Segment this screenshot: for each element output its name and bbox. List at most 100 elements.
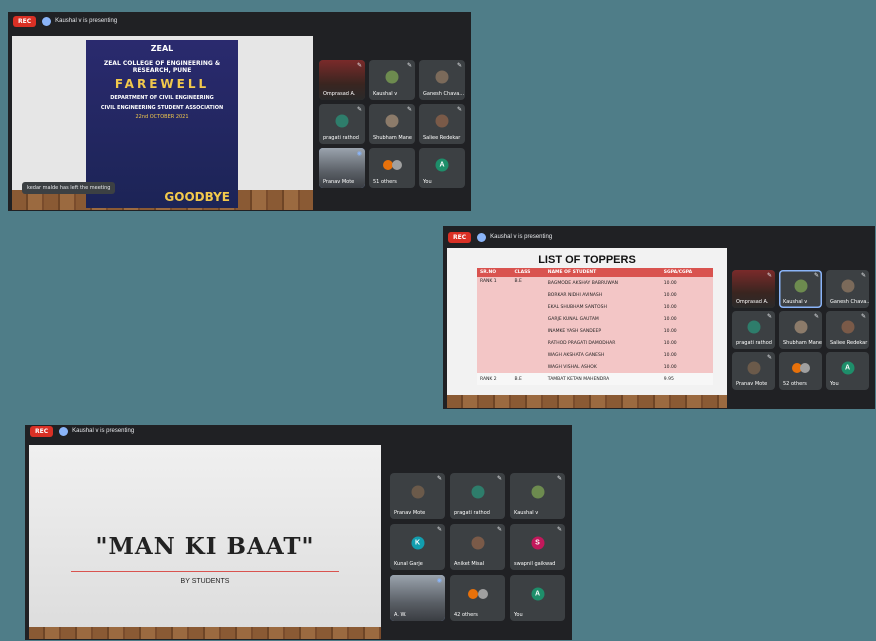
participant-avatar <box>471 485 484 499</box>
participant-tile[interactable]: ✎ Ganesh Chava... <box>419 60 465 100</box>
floor-decoration <box>447 395 727 408</box>
participant-name: 42 others <box>454 612 478 618</box>
participant-tile[interactable]: A You <box>826 352 869 390</box>
mic-off-icon: ✎ <box>766 355 772 361</box>
participant-tile[interactable]: ✎ Omprasad A. <box>319 60 365 100</box>
score-cell: 10.00 <box>660 289 713 301</box>
mic-off-icon: ✎ <box>556 476 562 482</box>
participant-tile[interactable]: ✎ Pranav Mote <box>390 473 445 519</box>
assoc-name: CIVIL ENGINEERING STUDENT ASSOCIATION <box>100 105 224 111</box>
participant-name: Kaushal v <box>373 91 398 97</box>
dept-name: DEPARTMENT OF CIVIL ENGINEERING <box>110 95 214 101</box>
rank-cell: RANK 2 <box>477 373 512 385</box>
mic-off-icon: ✎ <box>766 273 772 279</box>
participant-tile[interactable]: ✎ Shubham Mane <box>779 311 822 349</box>
slide-title: "MAN KI BAAT" <box>95 533 315 560</box>
participant-tile[interactable]: ✎ pragati rathod <box>450 473 505 519</box>
participant-tile[interactable]: ◉ A. W. <box>390 575 445 621</box>
participant-avatar <box>385 70 399 84</box>
participant-tile[interactable]: ✎ pragati rathod <box>319 104 365 144</box>
mic-off-icon: ✎ <box>356 63 362 69</box>
participant-avatar <box>794 279 807 293</box>
participant-tile[interactable]: ✎ Ganesh Chava... <box>826 270 869 308</box>
screenshot-man-ki-baat: REC Kaushal v is presenting "MAN KI BAAT… <box>25 425 572 640</box>
student-name-cell: WAGH VISHAL ASHOK <box>544 361 661 373</box>
table-row: RANK 1 B.E BAGMODE AKSHAY BABRUWAN 10.00 <box>477 277 713 373</box>
participant-tile[interactable]: ✎ Pranav Mote <box>732 352 775 390</box>
table-row: RANK 2 B.E TAMBAT KETAN MAHENDRA 9.95 <box>477 373 713 385</box>
participant-name: Saliee Redekar <box>830 340 868 346</box>
participant-tile[interactable]: A You <box>419 148 465 188</box>
rank-cell: RANK 1 <box>477 277 512 373</box>
mic-off-icon: ✎ <box>436 527 442 533</box>
participant-tile[interactable]: A You <box>510 575 565 621</box>
speaking-icon: ◉ <box>356 151 362 157</box>
col-class: CLASS <box>511 268 545 277</box>
participant-name: Shubham Mane <box>783 340 822 346</box>
speaking-icon: ◉ <box>436 578 442 584</box>
participant-tile[interactable]: ✎ Kaushal v <box>779 270 822 308</box>
student-name-cell: INAMKE YASH SANDEEP <box>544 325 661 337</box>
presenting-status: Kaushal v is presenting <box>42 16 117 26</box>
participant-name: Omprasad A. <box>736 299 769 305</box>
mic-off-icon: ✎ <box>406 107 412 113</box>
student-name-cell: TAMBAT KETAN MAHENDRA <box>544 373 661 385</box>
participant-letter-avatar: K <box>411 536 424 550</box>
participant-name: Kunal Garje <box>394 561 423 567</box>
participant-name: Aniket Misal <box>454 561 485 567</box>
participant-name: Kaushal v <box>783 299 808 305</box>
others-avatars-icon <box>478 589 488 600</box>
participant-avatar <box>794 320 807 334</box>
participant-tile[interactable]: ✎ Kaushal v <box>510 473 565 519</box>
student-name-cell: BORKAR NIDHI AVINASH <box>544 289 661 301</box>
mic-off-icon: ✎ <box>813 314 819 320</box>
others-avatars-icon <box>468 589 479 600</box>
toppers-table: SR.NO CLASS NAME OF STUDENT SGPA/CGPA RA… <box>477 268 713 385</box>
mic-off-icon: ✎ <box>456 107 462 113</box>
participant-avatar <box>335 114 349 128</box>
presenter-avatar-icon <box>59 426 69 436</box>
participant-name: Shubham Mane <box>373 135 413 141</box>
participant-name: Pranav Mote <box>394 510 426 516</box>
participant-tile[interactable]: ✎ Shubham Mane <box>369 104 415 144</box>
mic-off-icon: ✎ <box>496 476 502 482</box>
participant-tile[interactable]: 51 others <box>369 148 415 188</box>
presenter-avatar-icon <box>477 232 487 242</box>
participant-name: Kaushal v <box>514 510 539 516</box>
participant-tile[interactable]: 42 others <box>450 575 505 621</box>
score-cell: 9.95 <box>660 373 713 385</box>
participant-name: Pranav Mote <box>736 381 768 387</box>
participant-tile[interactable]: S ✎ swapnil gaikwad <box>510 524 565 570</box>
participant-avatar <box>411 485 424 499</box>
col-score: SGPA/CGPA <box>660 268 713 277</box>
participant-tile[interactable]: ✎ Omprasad A. <box>732 270 775 308</box>
participant-tile[interactable]: K ✎ Kunal Garje <box>390 524 445 570</box>
rec-badge[interactable]: REC <box>30 425 54 437</box>
rec-badge[interactable]: REC <box>13 15 37 27</box>
participant-tile[interactable]: ✎ Aniket Misal <box>450 524 505 570</box>
rec-badge[interactable]: REC <box>448 231 472 243</box>
participant-tile[interactable]: ✎ pragati rathod <box>732 311 775 349</box>
participant-avatar <box>385 114 399 128</box>
participant-letter-avatar: A <box>531 587 544 601</box>
participant-tile[interactable]: ✎ Kaushal v <box>369 60 415 100</box>
participant-name: 51 others <box>373 179 397 185</box>
participant-tile[interactable]: ✎ Saliee Redekar <box>419 104 465 144</box>
score-cell: 10.00 <box>660 337 713 349</box>
mic-off-icon: ✎ <box>556 527 562 533</box>
student-name-cell: WAGH AKSHATA GANESH <box>544 349 661 361</box>
mic-off-icon: ✎ <box>496 527 502 533</box>
event-date: 22nd OCTOBER 2021 <box>135 114 189 120</box>
presenting-status: Kaushal v is presenting <box>59 426 134 436</box>
participant-name: Saliee Redekar <box>423 135 461 141</box>
participant-tile[interactable]: 52 others <box>779 352 822 390</box>
participant-tile[interactable]: ◉ Pranav Mote <box>319 148 365 188</box>
presenting-label: Kaushal v is presenting <box>490 234 553 240</box>
participant-name: pragati rathod <box>736 340 772 346</box>
mic-off-icon: ✎ <box>436 476 442 482</box>
participant-avatar <box>435 114 449 128</box>
participant-name: You <box>423 179 432 185</box>
participant-tile[interactable]: ✎ Saliee Redekar <box>826 311 869 349</box>
participant-name: You <box>830 381 839 387</box>
score-cell: 10.00 <box>660 313 713 325</box>
